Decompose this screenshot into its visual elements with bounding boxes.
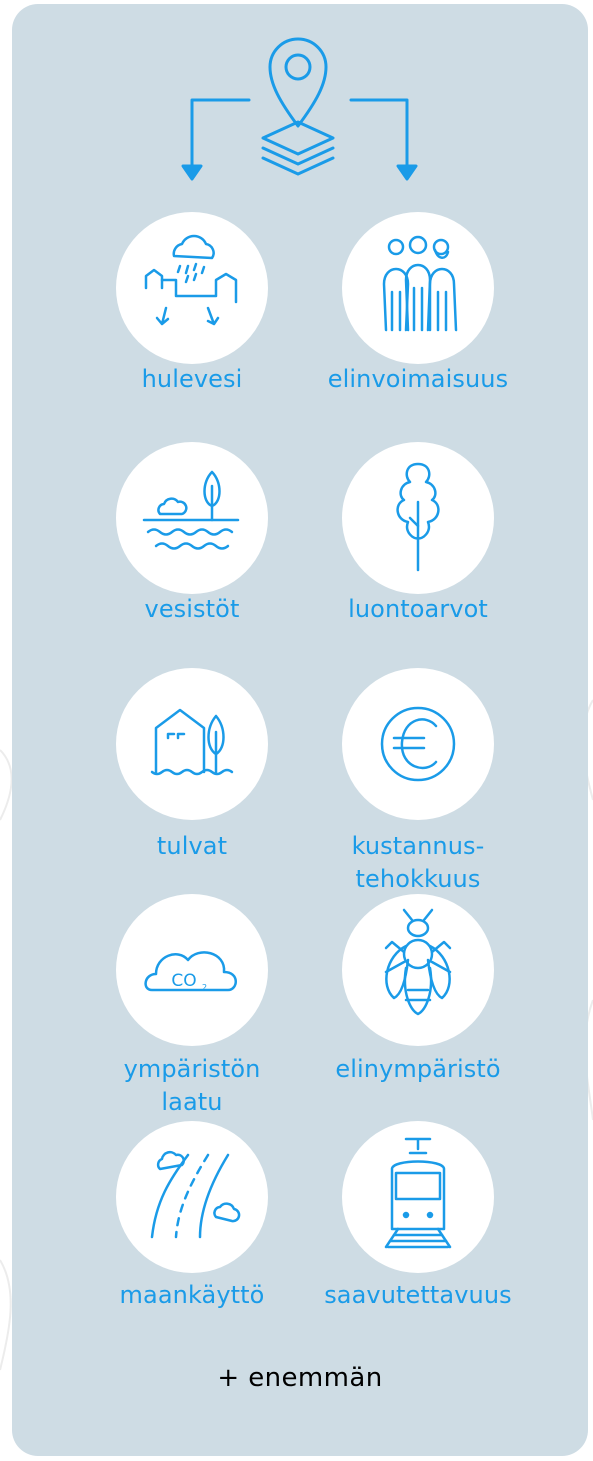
location-pin-layers-icon xyxy=(261,37,335,176)
features-panel: hulevesi elinvoimaisuus vesistöt luontoa… xyxy=(12,4,588,1456)
tree-icon xyxy=(396,462,440,572)
flood-icon xyxy=(150,708,234,776)
elinymparisto-circle xyxy=(342,894,494,1046)
tulvat-label: tulvat xyxy=(156,832,228,860)
hulevesi-label: hulevesi xyxy=(141,365,243,393)
left-arrow xyxy=(181,98,251,181)
tulvat-circle xyxy=(116,668,268,820)
vesistot-label: vesistöt xyxy=(144,595,240,623)
insect-icon xyxy=(384,908,452,1016)
maankaytto-label: maankäyttö xyxy=(119,1281,265,1309)
ymparistonlaatu-label: ympäristön laatu xyxy=(123,1055,261,1116)
vesistot-circle xyxy=(116,442,268,594)
elinvoimaisuus-label: elinvoimaisuus xyxy=(327,365,509,393)
elinymparisto-label: elinympäristö xyxy=(335,1055,501,1083)
svg-text:CO: CO xyxy=(171,971,196,991)
hulevesi-circle xyxy=(116,212,268,364)
euro-icon xyxy=(380,706,456,782)
saavutettavuus-label: saavutettavuus xyxy=(324,1281,512,1309)
more-link[interactable]: + enemmän xyxy=(12,1362,588,1394)
road-landuse-icon xyxy=(150,1150,241,1239)
right-arrow xyxy=(349,98,418,181)
maankaytto-circle xyxy=(116,1121,268,1273)
saavutettavuus-circle xyxy=(342,1121,494,1273)
kustannustehokkuus-circle xyxy=(342,668,494,820)
luontoarvot-circle xyxy=(342,442,494,594)
people-icon xyxy=(382,235,458,332)
svg-text:2: 2 xyxy=(202,983,207,992)
waterbody-icon xyxy=(142,470,240,550)
ymparistonlaatu-circle: CO 2 xyxy=(116,894,268,1046)
elinvoimaisuus-circle xyxy=(342,212,494,364)
co2-cloud-icon: CO 2 xyxy=(144,951,237,992)
luontoarvot-label: luontoarvot xyxy=(348,595,488,623)
stormwater-icon xyxy=(144,234,238,326)
tram-icon xyxy=(384,1137,452,1249)
location-layers-diagram xyxy=(181,37,418,181)
kustannustehokkuus-label: kustannus- tehokkuus xyxy=(351,832,485,893)
